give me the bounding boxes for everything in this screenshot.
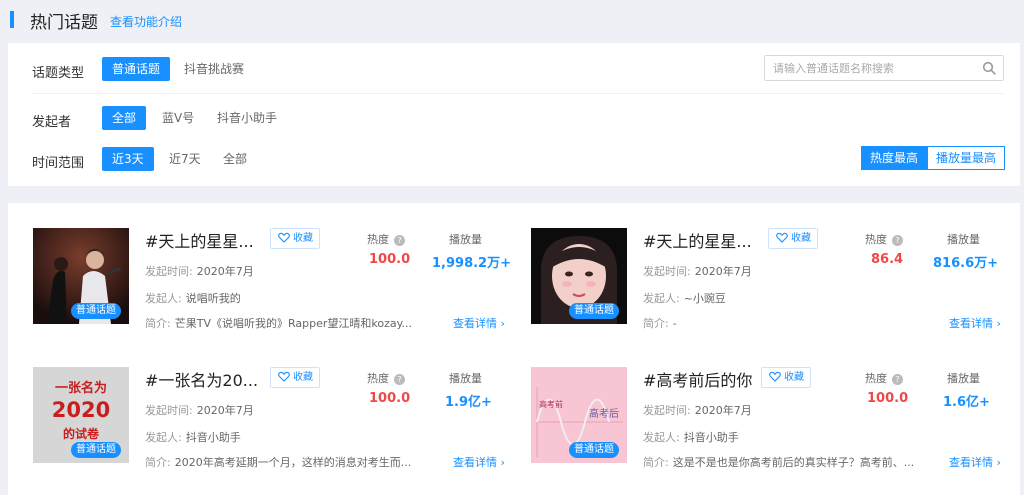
topic-card[interactable]: 普通话题 #天上的星星... 收藏 热度? 播放量 86.4 816.6万+ 发… — [531, 228, 1021, 340]
topic-cover-image[interactable]: 普通话题 — [531, 228, 627, 324]
view-details-link[interactable]: 查看详情 › — [949, 454, 1001, 470]
heat-label: 热度? — [865, 370, 903, 386]
feature-intro-link[interactable]: 查看功能介绍 — [110, 13, 182, 30]
heart-icon — [776, 232, 788, 243]
initiator: 发起人: ~小豌豆 — [643, 292, 726, 305]
page-header: 热门话题 查看功能介绍 — [0, 0, 1024, 42]
initiator: 发起人: 抖音小助手 — [145, 431, 241, 444]
heat-value: 100.0 — [867, 391, 909, 406]
search-box[interactable] — [764, 55, 1004, 81]
favorite-label: 收藏 — [293, 372, 313, 383]
question-icon[interactable]: ? — [892, 374, 903, 385]
heart-icon — [769, 371, 781, 382]
favorite-button[interactable]: 收藏 — [270, 367, 320, 388]
initiator: 发起人: 抖音小助手 — [643, 431, 739, 444]
time-option-7days[interactable]: 近7天 — [159, 147, 211, 171]
topic-title[interactable]: #天上的星星... — [643, 228, 752, 252]
plays-value: 816.6万+ — [933, 256, 999, 271]
chevron-right-icon: › — [996, 456, 1001, 469]
topic-card[interactable]: 普通话题 #天上的星星... 收藏 热度? 播放量 100.0 1,998.2万… — [33, 228, 523, 340]
initiator-option-assistant[interactable]: 抖音小助手 — [207, 106, 287, 130]
view-details-link[interactable]: 查看详情 › — [453, 315, 505, 331]
favorite-button[interactable]: 收藏 — [761, 367, 811, 388]
topic-intro: 简介: - — [643, 317, 677, 330]
filter-divider — [32, 93, 1004, 94]
plays-value: 1.6亿+ — [943, 395, 990, 410]
topic-type-badge: 普通话题 — [569, 303, 619, 319]
svg-text:的试卷: 的试卷 — [63, 426, 100, 441]
topic-type-badge: 普通话题 — [71, 442, 121, 458]
title-accent-bar — [10, 11, 14, 28]
topic-title[interactable]: #高考前后的你 — [643, 367, 752, 391]
topic-title[interactable]: #一张名为20... — [145, 367, 258, 391]
heart-icon — [278, 232, 290, 243]
topic-cover-image[interactable]: 高考前 高考后 普通话题 — [531, 367, 627, 463]
topic-cover-image[interactable]: 普通话题 — [33, 228, 129, 324]
chevron-right-icon: › — [500, 317, 505, 330]
plays-label: 播放量 — [449, 372, 482, 385]
initiated-time: 发起时间: 2020年7月 — [643, 265, 752, 278]
search-icon[interactable] — [982, 61, 996, 75]
topic-cover-image[interactable]: 一张名为 2020 的试卷 普通话题 — [33, 367, 129, 463]
filter-panel: 话题类型 普通话题 抖音挑战赛 发起者 全部 蓝V号 抖音小助手 时间范围 近3… — [8, 43, 1020, 186]
plays-label: 播放量 — [947, 233, 980, 246]
topic-type-label: 话题类型 — [32, 66, 85, 81]
heat-label: 热度? — [367, 370, 405, 386]
plays-value: 1,998.2万+ — [432, 256, 511, 271]
topic-list: 普通话题 #天上的星星... 收藏 热度? 播放量 100.0 1,998.2万… — [8, 203, 1020, 495]
initiator-option-all[interactable]: 全部 — [102, 106, 147, 130]
type-option-challenge[interactable]: 抖音挑战赛 — [174, 57, 254, 81]
sort-heat-button[interactable]: 热度最高 — [861, 146, 928, 170]
svg-text:高考后: 高考后 — [589, 407, 619, 420]
heat-value: 100.0 — [369, 252, 411, 267]
chevron-right-icon: › — [996, 317, 1001, 330]
question-icon[interactable]: ? — [892, 235, 903, 246]
topic-intro: 简介: 芒果TV《说唱听我的》Rapper望江晴和kozay... — [145, 317, 413, 330]
view-details-link[interactable]: 查看详情 › — [949, 315, 1001, 331]
favorite-label: 收藏 — [784, 372, 804, 383]
initiator-option-bluev[interactable]: 蓝V号 — [152, 106, 204, 130]
heart-icon — [278, 371, 290, 382]
topic-type-badge: 普通话题 — [569, 442, 619, 458]
plays-label: 播放量 — [449, 233, 482, 246]
svg-text:2020: 2020 — [52, 398, 110, 422]
favorite-button[interactable]: 收藏 — [768, 228, 818, 249]
heat-value: 86.4 — [871, 252, 904, 267]
svg-text:高考前: 高考前 — [539, 399, 563, 409]
favorite-label: 收藏 — [791, 233, 811, 244]
heat-value: 100.0 — [369, 391, 411, 406]
initiated-time: 发起时间: 2020年7月 — [145, 265, 254, 278]
search-input[interactable] — [765, 56, 975, 80]
initiator-label: 发起者 — [32, 115, 72, 130]
topic-title[interactable]: #天上的星星... — [145, 228, 254, 252]
topic-intro: 简介: 这是不是也是你高考前后的真实样子？高考前、... — [643, 456, 915, 469]
initiated-time: 发起时间: 2020年7月 — [643, 404, 752, 417]
question-icon[interactable]: ? — [394, 374, 405, 385]
initiator: 发起人: 说唱听我的 — [145, 292, 241, 305]
topic-intro: 简介: 2020年高考延期一个月，这样的消息对考生而... — [145, 456, 412, 469]
heat-label: 热度? — [865, 231, 903, 247]
plays-label: 播放量 — [947, 372, 980, 385]
favorite-button[interactable]: 收藏 — [270, 228, 320, 249]
favorite-label: 收藏 — [293, 233, 313, 244]
sort-plays-button[interactable]: 播放量最高 — [927, 146, 1006, 170]
question-icon[interactable]: ? — [394, 235, 405, 246]
topic-card[interactable]: 高考前 高考后 普通话题 #高考前后的你 收藏 热度? 播放量 100.0 1.… — [531, 367, 1021, 479]
heat-label: 热度? — [367, 231, 405, 247]
topic-type-badge: 普通话题 — [71, 303, 121, 319]
time-option-all[interactable]: 全部 — [213, 147, 257, 171]
plays-value: 1.9亿+ — [445, 395, 492, 410]
view-details-link[interactable]: 查看详情 › — [453, 454, 505, 470]
svg-text:一张名为: 一张名为 — [55, 380, 107, 396]
chevron-right-icon: › — [500, 456, 505, 469]
time-range-label: 时间范围 — [32, 156, 85, 171]
type-option-normal[interactable]: 普通话题 — [102, 57, 171, 81]
time-option-3days[interactable]: 近3天 — [102, 147, 154, 171]
initiated-time: 发起时间: 2020年7月 — [145, 404, 254, 417]
page-title: 热门话题 — [30, 13, 98, 33]
topic-card[interactable]: 一张名为 2020 的试卷 普通话题 #一张名为20... 收藏 热度? 播放量… — [33, 367, 523, 479]
